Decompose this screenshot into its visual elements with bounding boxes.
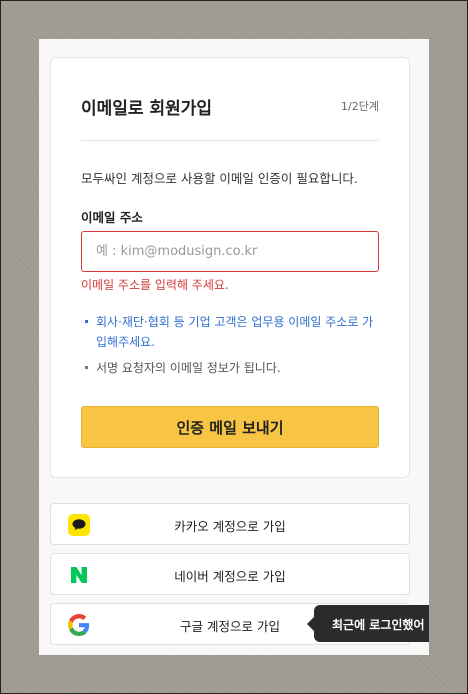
- notice-text: 회사·재단·협회 등 기업 고객은 업무용 이메일 주소로 가입해주세요.: [96, 315, 374, 349]
- email-field[interactable]: [81, 231, 379, 272]
- naver-signup-button[interactable]: 네이버 계정으로 가입: [50, 553, 410, 595]
- divider: [81, 140, 379, 141]
- notice-item-signer: 서명 요청자의 이메일 정보가 됩니다.: [85, 358, 381, 378]
- naver-signup-label: 네이버 계정으로 가입: [174, 569, 286, 584]
- signup-card: 이메일로 회원가입 1/2단계 모두싸인 계정으로 사용할 이메일 인증이 필요…: [50, 57, 410, 478]
- tooltip-text: 최근에 로그인했어: [332, 618, 425, 632]
- send-verification-button[interactable]: 인증 메일 보내기: [81, 406, 379, 448]
- kakao-signup-label: 카카오 계정으로 가입: [174, 519, 286, 534]
- email-label: 이메일 주소: [81, 210, 143, 225]
- signup-description: 모두싸인 계정으로 사용할 이메일 인증이 필요합니다.: [81, 171, 358, 186]
- recent-login-tooltip: 최근에 로그인했어: [314, 605, 429, 642]
- step-indicator: 1/2단계: [341, 100, 379, 113]
- page-title: 이메일로 회원가입: [81, 99, 213, 119]
- bullet-icon: [85, 320, 88, 323]
- notice-item-business: 회사·재단·협회 등 기업 고객은 업무용 이메일 주소로 가입해주세요.: [85, 312, 381, 352]
- notice-text: 서명 요청자의 이메일 정보가 됩니다.: [96, 361, 281, 375]
- notice-list: 회사·재단·협회 등 기업 고객은 업무용 이메일 주소로 가입해주세요. 서명…: [85, 312, 381, 384]
- bullet-icon: [85, 366, 88, 369]
- kakao-signup-button[interactable]: 카카오 계정으로 가입: [50, 503, 410, 545]
- email-error-message: 이메일 주소를 입력해 주세요.: [81, 278, 229, 292]
- tooltip-arrow: [307, 617, 314, 631]
